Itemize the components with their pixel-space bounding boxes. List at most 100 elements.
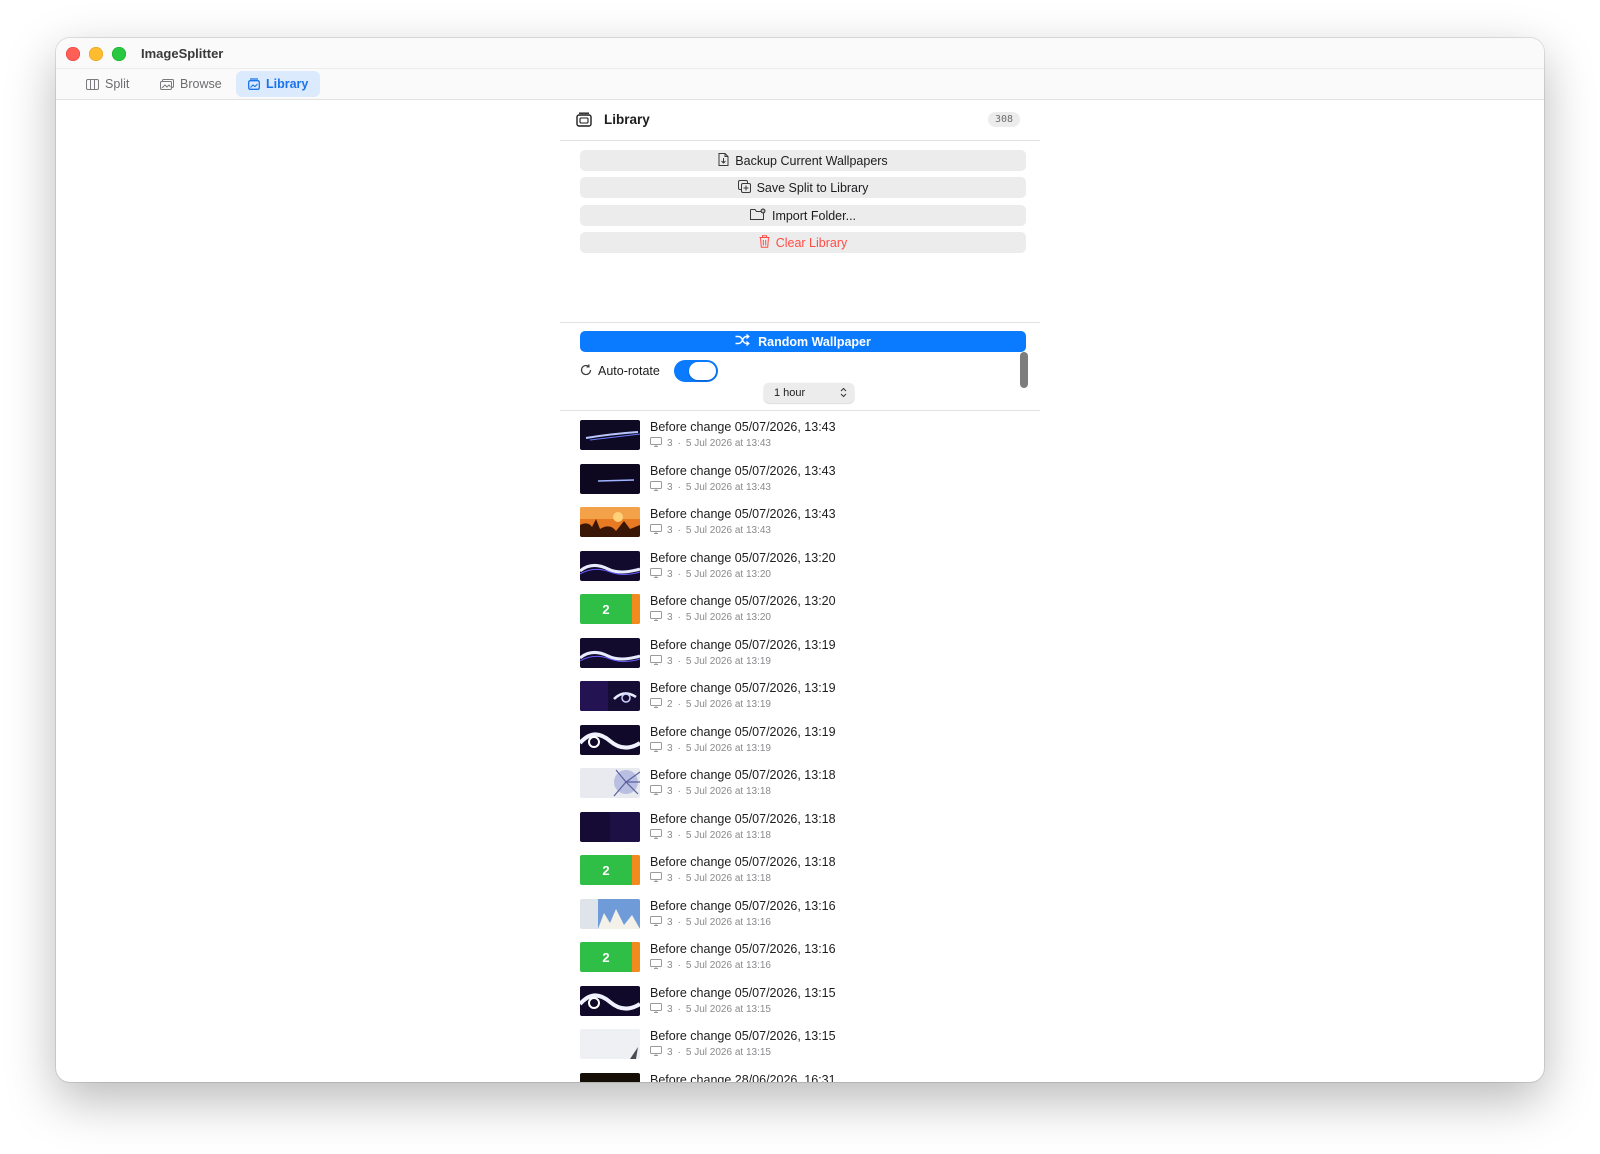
- item-title: Before change 05/07/2026, 13:43: [650, 463, 836, 478]
- svg-text:2: 2: [602, 602, 609, 617]
- wallpaper-thumbnail: [580, 1029, 640, 1059]
- separator-dot: ·: [677, 568, 681, 580]
- item-meta: 3 · 5 Jul 2026 at 13:18: [650, 785, 771, 798]
- list-item[interactable]: Before change 05/07/2026, 13:18 3 · 5 Jul 2…: [580, 811, 1020, 856]
- item-title: Before change 05/07/2026, 13:18: [650, 855, 836, 869]
- list-item[interactable]: Before change 05/07/2026, 13:15 3 · 5 Jul 2…: [580, 985, 1020, 1030]
- wallpaper-thumbnail: [580, 985, 640, 1016]
- list-item[interactable]: Before change 05/07/2026, 13:43 3 · 5 Jul 2…: [580, 507, 1020, 551]
- auto-rotate-toggle[interactable]: [674, 360, 718, 382]
- scrollbar-track[interactable]: [1018, 350, 1030, 1062]
- save-split-button[interactable]: Save Split to Library: [580, 177, 1026, 198]
- item-date: 5 Jul 2026 at 13:16: [685, 960, 771, 971]
- list-item[interactable]: Before change 05/07/2026, 13:19 3 · 5 Jul 2…: [580, 724, 1020, 769]
- separator-dot: ·: [677, 960, 681, 971]
- close-window-button[interactable]: [66, 47, 80, 61]
- display-count: 3: [667, 1047, 673, 1058]
- interval-value: 1 hour: [774, 387, 806, 399]
- random-wallpaper-button[interactable]: Random Wallpaper: [580, 331, 1026, 352]
- separator-dot: ·: [677, 1003, 681, 1015]
- item-date: 5 Jul 2026 at 13:20: [685, 568, 771, 580]
- item-meta: 3 · 5 Jul 2026 at 13:20: [650, 611, 771, 624]
- scrollbar-thumb[interactable]: [1020, 352, 1028, 388]
- separator-dot: ·: [677, 1047, 681, 1058]
- interval-select[interactable]: 1 hour: [764, 383, 854, 403]
- list-item[interactable]: Before change 05/07/2026, 13:16 3 · 5 Jul 2…: [580, 898, 1020, 943]
- tab-label: Browse: [180, 77, 222, 91]
- folder-add-icon: [749, 208, 766, 223]
- list-item[interactable]: Before change 05/07/2026, 13:15 3 · 5 Jul 2…: [580, 1029, 1020, 1073]
- separator-dot: ·: [677, 742, 681, 754]
- wallpaper-thumbnail: [580, 420, 640, 450]
- display-count: 2: [667, 699, 673, 710]
- item-title: Before change 28/06/2026, 16:31: [650, 1072, 836, 1083]
- library-title: Library: [604, 112, 650, 127]
- display-count: 3: [667, 786, 673, 797]
- separator-dot: ·: [677, 786, 681, 797]
- display-icon: [650, 872, 662, 885]
- display-icon: [650, 1002, 662, 1016]
- photos-icon: [160, 78, 174, 90]
- import-folder-button[interactable]: Import Folder...: [580, 205, 1026, 226]
- display-icon: [650, 959, 662, 972]
- wallpaper-thumbnail: 2: [580, 942, 640, 972]
- tab-split[interactable]: Split: [74, 71, 141, 97]
- library-list[interactable]: Before change 05/07/2026, 13:43 3 · 5 Jul 2…: [560, 411, 1040, 1082]
- item-title: Before change 05/07/2026, 13:43: [650, 507, 836, 521]
- shuffle-icon: [735, 334, 750, 349]
- list-item[interactable]: 2 Before change 05/07/2026, 13:18 3 · 5 Jul …: [580, 855, 1020, 899]
- list-item[interactable]: Before change 05/07/2026, 13:43 3 · 5 Jul 2…: [580, 463, 1020, 508]
- zoom-window-button[interactable]: [112, 47, 126, 61]
- display-icon: [650, 480, 662, 494]
- app-title: ImageSplitter: [141, 46, 224, 61]
- wallpaper-thumbnail: [580, 811, 640, 842]
- tab-browse[interactable]: Browse: [148, 71, 234, 97]
- list-item[interactable]: Before change 28/06/2026, 16:313·28 Jun …: [580, 1072, 1020, 1083]
- list-item[interactable]: 2 Before change 05/07/2026, 13:20 3 · 5 Jul …: [580, 594, 1020, 638]
- wallpaper-thumbnail: [580, 463, 640, 494]
- display-icon: [650, 828, 662, 842]
- item-date: 5 Jul 2026 at 13:15: [685, 1003, 771, 1015]
- display-icon: [650, 524, 662, 537]
- clear-library-button[interactable]: Clear Library: [580, 232, 1026, 253]
- list-item[interactable]: Before change 05/07/2026, 13:19 2 · 5 Jul 2…: [580, 681, 1020, 725]
- display-count: 3: [667, 438, 673, 449]
- item-meta: 3 · 5 Jul 2026 at 13:43: [650, 524, 771, 537]
- item-meta: 3 · 5 Jul 2026 at 13:43: [650, 437, 771, 450]
- item-title: Before change 05/07/2026, 13:19: [650, 637, 836, 652]
- toggle-knob: [689, 362, 716, 380]
- item-title: Before change 05/07/2026, 13:15: [650, 985, 836, 1000]
- list-item[interactable]: Before change 05/07/2026, 13:18 3 · 5 Jul 2…: [580, 768, 1020, 812]
- display-count: 3: [667, 960, 673, 971]
- list-item[interactable]: Before change 05/07/2026, 13:19 3 · 5 Jul 2…: [580, 637, 1020, 682]
- display-icon: [650, 915, 662, 929]
- display-icon: [650, 741, 662, 755]
- library-header: Library 308: [560, 100, 1040, 141]
- display-count: 3: [667, 1003, 673, 1015]
- item-date: 5 Jul 2026 at 13:18: [685, 786, 771, 797]
- display-icon: [650, 567, 662, 581]
- backup-wallpapers-button[interactable]: Backup Current Wallpapers: [580, 150, 1026, 171]
- list-item[interactable]: Before change 05/07/2026, 13:43 3 · 5 Jul 2…: [580, 420, 1020, 464]
- list-item[interactable]: Before change 05/07/2026, 13:20 3 · 5 Jul 2…: [580, 550, 1020, 595]
- wallpaper-thumbnail: [580, 898, 640, 929]
- item-meta: 3 · 5 Jul 2026 at 13:16: [650, 915, 771, 929]
- library-panel: Library 308 Backup Current Wallpapers Sa…: [560, 100, 1040, 1082]
- item-title: Before change 05/07/2026, 13:18: [650, 811, 836, 826]
- minimize-window-button[interactable]: [89, 47, 103, 61]
- item-meta: 3 · 5 Jul 2026 at 13:18: [650, 872, 771, 885]
- item-title: Before change 05/07/2026, 13:43: [650, 420, 836, 434]
- tab-library[interactable]: Library: [236, 71, 321, 97]
- item-meta: 3 · 5 Jul 2026 at 13:16: [650, 959, 771, 972]
- wallpaper-thumbnail: [580, 1072, 640, 1082]
- display-icon: [650, 698, 662, 711]
- display-icon: [650, 611, 662, 624]
- separator-dot: ·: [677, 438, 681, 449]
- wallpaper-thumbnail: [580, 550, 640, 581]
- separator-dot: ·: [677, 481, 681, 493]
- auto-rotate-label: Auto-rotate: [598, 364, 660, 378]
- title-bar: ImageSplitter: [56, 38, 1544, 68]
- list-item[interactable]: 2 Before change 05/07/2026, 13:16 3 · 5 Jul …: [580, 942, 1020, 986]
- button-label: Backup Current Wallpapers: [735, 153, 888, 168]
- copy-plus-icon: [737, 179, 751, 196]
